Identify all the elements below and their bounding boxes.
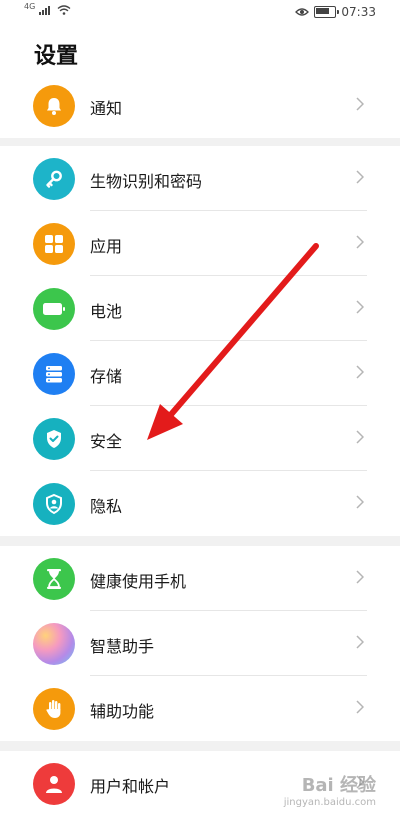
settings-item-label: 存储: [90, 367, 123, 386]
network-type: 4G: [24, 1, 36, 11]
settings-item-battery[interactable]: 电池: [0, 276, 400, 341]
settings-item-label: 辅助功能: [90, 702, 155, 721]
settings-item-smart-assistant[interactable]: 智慧助手: [0, 611, 400, 676]
settings-item-label: 健康使用手机: [90, 572, 187, 591]
section-gap: [0, 536, 400, 546]
battery-status-icon: [314, 6, 340, 18]
clock: 07:33: [341, 5, 376, 19]
settings-item-label: 电池: [90, 302, 123, 321]
section-gap: [0, 741, 400, 751]
chevron-right-icon: [356, 495, 364, 509]
wifi-icon: [57, 5, 71, 15]
settings-item-storage[interactable]: 存储: [0, 341, 400, 406]
settings-item-security[interactable]: 安全: [0, 406, 400, 471]
chevron-right-icon: [356, 170, 364, 184]
section-gap: [0, 138, 400, 146]
apps-grid-icon: [33, 223, 75, 265]
eye-comfort-icon: [295, 8, 310, 16]
user-icon: [33, 763, 75, 805]
settings-item-label: 通知: [90, 99, 123, 118]
settings-item-label: 智慧助手: [90, 637, 155, 656]
hourglass-icon: [33, 558, 75, 600]
chevron-right-icon: [356, 635, 364, 649]
hand-icon: [33, 688, 75, 730]
shield-check-icon: [33, 418, 75, 460]
assistant-orb-icon: [33, 623, 75, 665]
settings-group-device: 生物识别和密码 应用 电池 存储 安全 隐私: [0, 146, 400, 536]
watermark-url: jingyan.baidu.com: [283, 797, 376, 808]
settings-item-accessibility[interactable]: 辅助功能: [0, 676, 400, 741]
bell-icon: [33, 85, 75, 127]
chevron-right-icon: [356, 700, 364, 714]
settings-group-assist: 健康使用手机 智慧助手 辅助功能: [0, 546, 400, 741]
settings-item-label: 用户和帐户: [90, 777, 171, 796]
settings-item-apps[interactable]: 应用: [0, 211, 400, 276]
settings-item-label: 隐私: [90, 497, 123, 516]
chevron-right-icon: [356, 365, 364, 379]
settings-item-label: 安全: [90, 432, 123, 451]
page-title: 设置: [34, 44, 79, 69]
storage-icon: [33, 353, 75, 395]
settings-item-digital-balance[interactable]: 健康使用手机: [0, 546, 400, 611]
settings-item-privacy[interactable]: 隐私: [0, 471, 400, 536]
chevron-right-icon: [356, 570, 364, 584]
key-icon: [33, 158, 75, 200]
privacy-shield-icon: [33, 483, 75, 525]
chevron-right-icon: [356, 300, 364, 314]
status-bar: 4G 07:33: [0, 0, 400, 28]
signal-icon: [39, 6, 51, 15]
chevron-right-icon: [356, 235, 364, 249]
watermark: Bai 经验 jingyan.baidu.com: [284, 771, 376, 808]
watermark-logo: Bai 经验: [301, 775, 376, 796]
chevron-right-icon: [356, 430, 364, 444]
settings-item-label: 生物识别和密码: [90, 172, 203, 191]
settings-item-notifications[interactable]: 通知: [0, 73, 400, 138]
settings-group-notifications: 通知: [0, 73, 400, 138]
settings-item-label: 应用: [90, 237, 123, 256]
chevron-right-icon: [356, 97, 364, 111]
settings-item-biometrics[interactable]: 生物识别和密码: [0, 146, 400, 211]
battery-icon: [33, 288, 75, 330]
